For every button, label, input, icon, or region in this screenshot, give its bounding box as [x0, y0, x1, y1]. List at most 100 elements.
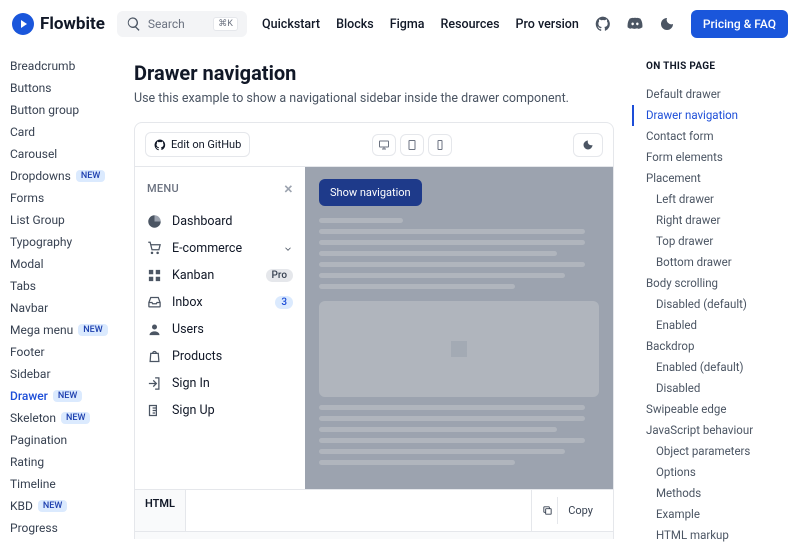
example-box: Edit on GitHub MENU × DashboardE-commerce…: [134, 122, 614, 539]
search-icon: [126, 16, 142, 32]
toc-item[interactable]: Methods: [646, 483, 790, 504]
toc-item[interactable]: Enabled: [646, 315, 790, 336]
sidebar-item-list-group[interactable]: List Group: [10, 209, 116, 231]
bag-icon: [147, 349, 162, 364]
new-badge: NEW: [76, 170, 105, 182]
toc-header: ON THIS PAGE: [646, 61, 790, 72]
sidebar-item-button-group[interactable]: Button group: [10, 99, 116, 121]
cart-icon: [147, 241, 162, 256]
sidebar-item-navbar[interactable]: Navbar: [10, 297, 116, 319]
toc-item[interactable]: Right drawer: [646, 210, 790, 231]
table-of-contents: ON THIS PAGE Default drawerDrawer naviga…: [632, 49, 800, 539]
pill-badge: 3: [275, 296, 293, 309]
toc-item[interactable]: Disabled (default): [646, 294, 790, 315]
code-tab-html[interactable]: HTML: [135, 490, 186, 531]
nav-blocks[interactable]: Blocks: [336, 17, 374, 32]
preview-theme-toggle[interactable]: [573, 133, 603, 157]
sidebar-item-drawer[interactable]: DrawerNEW: [10, 385, 116, 407]
drawer-header: MENU: [147, 182, 179, 195]
sidebar-item-card[interactable]: Card: [10, 121, 116, 143]
sidebar-item-forms[interactable]: Forms: [10, 187, 116, 209]
view-mobile-icon[interactable]: [428, 134, 452, 156]
view-tablet-icon[interactable]: [400, 134, 424, 156]
drawer-item-users[interactable]: Users: [147, 316, 293, 343]
search-input[interactable]: Search ⌘K: [117, 11, 247, 37]
sidebar-item-footer[interactable]: Footer: [10, 341, 116, 363]
drawer-item-inbox[interactable]: Inbox3: [147, 289, 293, 316]
toc-item[interactable]: Backdrop: [646, 336, 790, 357]
sidebar-item-skeleton[interactable]: SkeletonNEW: [10, 407, 116, 429]
nav-quickstart[interactable]: Quickstart: [262, 17, 320, 32]
new-badge: NEW: [38, 500, 67, 512]
toc-item[interactable]: Bottom drawer: [646, 252, 790, 273]
drawer-item-e-commerce[interactable]: E-commerce: [147, 235, 293, 262]
sidebar-item-buttons[interactable]: Buttons: [10, 77, 116, 99]
sidebar-item-tabs[interactable]: Tabs: [10, 275, 116, 297]
toc-item[interactable]: Options: [646, 462, 790, 483]
moon-icon[interactable]: [659, 16, 675, 32]
drawer-item-sign-in[interactable]: Sign In: [147, 370, 293, 397]
toc-item[interactable]: Form elements: [646, 147, 790, 168]
github-icon: [154, 139, 166, 151]
toc-item[interactable]: JavaScript behaviour: [646, 420, 790, 441]
skeleton-placeholder: [319, 218, 599, 465]
github-icon[interactable]: [595, 16, 611, 32]
drawer-close-icon[interactable]: ×: [284, 179, 293, 198]
copy-button[interactable]: Copy: [531, 490, 613, 531]
toc-item[interactable]: Swipeable edge: [646, 399, 790, 420]
sidebar-item-sidebar[interactable]: Sidebar: [10, 363, 116, 385]
sidebar-item-modal[interactable]: Modal: [10, 253, 116, 275]
sidebar-item-pagination[interactable]: Pagination: [10, 429, 116, 451]
toc-item[interactable]: HTML markup: [646, 525, 790, 546]
drawer-item-products[interactable]: Products: [147, 343, 293, 370]
image-icon: [447, 337, 471, 361]
nav-pro[interactable]: Pro version: [516, 17, 579, 32]
sidebar-item-rating[interactable]: Rating: [10, 451, 116, 473]
pill-badge: Pro: [266, 269, 293, 282]
pricing-button[interactable]: Pricing & FAQ: [691, 10, 788, 38]
left-sidebar: BreadcrumbButtonsButton groupCardCarouse…: [0, 49, 116, 539]
toc-item[interactable]: Default drawer: [646, 84, 790, 105]
drawer: MENU × DashboardE-commerceKanbanProInbox3…: [135, 167, 305, 489]
drawer-item-sign-up[interactable]: Sign Up: [147, 397, 293, 424]
logo-icon: [12, 13, 34, 35]
toc-item[interactable]: Placement: [646, 168, 790, 189]
discord-icon[interactable]: [627, 16, 643, 32]
chevron-down-icon: [283, 244, 293, 254]
toc-item[interactable]: Example: [646, 504, 790, 525]
toc-item[interactable]: Enabled (default): [646, 357, 790, 378]
toc-item[interactable]: Drawer navigation: [632, 105, 790, 126]
sidebar-item-kbd[interactable]: KBDNEW: [10, 495, 116, 517]
nav-resources[interactable]: Resources: [441, 17, 500, 32]
pie-icon: [147, 214, 162, 229]
sidebar-item-typography[interactable]: Typography: [10, 231, 116, 253]
sidebar-item-progress[interactable]: Progress: [10, 517, 116, 539]
moon-icon: [582, 139, 594, 151]
toc-item[interactable]: Left drawer: [646, 189, 790, 210]
sidebar-item-carousel[interactable]: Carousel: [10, 143, 116, 165]
sidebar-item-timeline[interactable]: Timeline: [10, 473, 116, 495]
user-icon: [147, 322, 162, 337]
sidebar-item-dropdowns[interactable]: DropdownsNEW: [10, 165, 116, 187]
toc-item[interactable]: Top drawer: [646, 231, 790, 252]
edit-github-button[interactable]: Edit on GitHub: [145, 132, 250, 157]
drawer-item-dashboard[interactable]: Dashboard: [147, 208, 293, 235]
drawer-item-kanban[interactable]: KanbanPro: [147, 262, 293, 289]
brand-name: Flowbite: [40, 14, 105, 34]
sidebar-item-breadcrumb[interactable]: Breadcrumb: [10, 55, 116, 77]
signup-icon: [147, 403, 162, 418]
brand-logo[interactable]: Flowbite: [12, 13, 105, 35]
inbox-icon: [147, 295, 162, 310]
toc-item[interactable]: Disabled: [646, 378, 790, 399]
new-badge: NEW: [61, 412, 90, 424]
view-desktop-icon[interactable]: [372, 134, 396, 156]
show-navigation-button[interactable]: Show navigation: [319, 179, 422, 206]
toc-item[interactable]: Object parameters: [646, 441, 790, 462]
toc-item[interactable]: Contact form: [646, 126, 790, 147]
toc-item[interactable]: Body scrolling: [646, 273, 790, 294]
login-icon: [147, 376, 162, 391]
page-subtitle: Use this example to show a navigational …: [134, 91, 614, 106]
sidebar-item-mega-menu[interactable]: Mega menuNEW: [10, 319, 116, 341]
code-block: <!-- drawer init and show --> <div class…: [135, 532, 613, 539]
nav-figma[interactable]: Figma: [390, 17, 425, 32]
